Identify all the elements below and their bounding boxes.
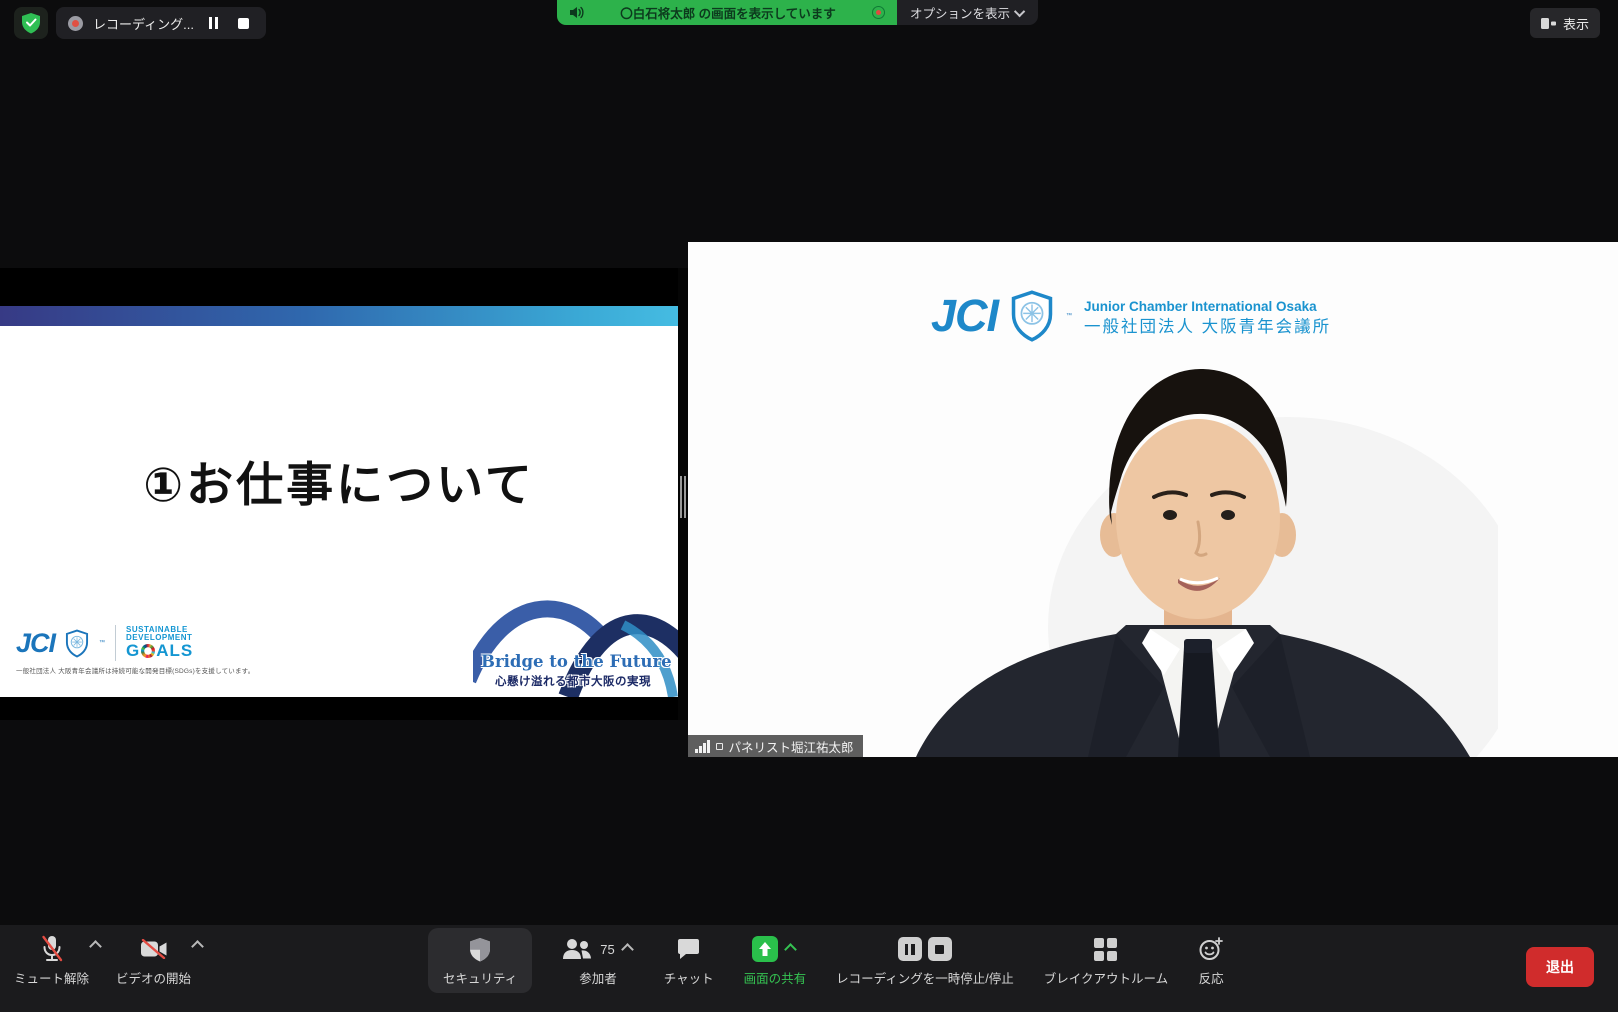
slide-bottom-band [0, 697, 678, 720]
toolbar-left-cluster: ミュート解除 ビデオの開始 [14, 928, 204, 987]
slide-title: ①お仕事について [143, 446, 534, 515]
breakout-rooms-icon [1094, 938, 1117, 961]
reactions-smiley-icon [1198, 936, 1224, 962]
jci-logo-text: JCI [16, 628, 55, 659]
sdgs-als: ALS [156, 642, 193, 660]
chevron-down-icon [1014, 5, 1025, 16]
security-label: セキュリティ [443, 968, 517, 987]
chat-button[interactable]: チャット [664, 928, 714, 987]
meeting-security-shield[interactable] [14, 7, 48, 39]
share-banner-green: 〇白石将太郎 の画面を表示しています [557, 0, 897, 25]
bridge-title: Bridge to the Future [481, 652, 672, 671]
meeting-toolbar: ミュート解除 ビデオの開始 セキュリティ [0, 925, 1618, 1012]
mic-options-chevron-icon[interactable] [89, 940, 102, 953]
share-options-chevron-icon[interactable] [785, 943, 798, 956]
reactions-label: 反応 [1199, 968, 1224, 987]
mic-status-icon [716, 743, 723, 750]
jci-logo-text: JCI [931, 290, 998, 342]
pane-resize-handle[interactable] [680, 476, 686, 518]
share-options-label: オプションを表示 [910, 3, 1010, 22]
share-options-button[interactable]: オプションを表示 [897, 0, 1038, 25]
connection-signal-icon [695, 740, 710, 753]
view-layout-icon [1541, 17, 1556, 30]
logo-divider [115, 625, 116, 661]
jci-shield-icon [65, 629, 89, 658]
share-screen-icon [752, 936, 778, 962]
breakout-rooms-label: ブレイクアウトルーム [1044, 968, 1168, 987]
participants-count: 75 [600, 942, 614, 957]
participants-button[interactable]: 75 参加者 [562, 928, 633, 987]
sdgs-wheel-icon [141, 644, 155, 658]
share-screen-label: 画面の共有 [744, 968, 807, 987]
sdgs-goals-line: G ALS [126, 642, 193, 660]
security-check-icon [21, 12, 41, 34]
leave-label: 退出 [1546, 959, 1574, 975]
leave-meeting-button[interactable]: 退出 [1526, 947, 1594, 987]
participant-name: パネリスト堀江祐太郎 [729, 737, 854, 756]
participants-icon [562, 938, 592, 960]
sdgs-logo: SUSTAINABLE DEVELOPMENT GALS [126, 626, 193, 661]
banner-recording-icon [872, 6, 885, 19]
chat-icon [676, 938, 701, 960]
pause-recording-icon[interactable] [204, 13, 224, 33]
camera-off-icon [140, 939, 168, 959]
chat-label: チャット [664, 968, 714, 987]
shared-screen-pane: ①お仕事について JCI ™ SUSTAINABLE DEVELOPMENT G… [0, 268, 678, 720]
recording-indicator-pill: レコーディング... [56, 7, 266, 39]
stop-recording-icon[interactable] [234, 13, 254, 33]
slide-body: ①お仕事について JCI ™ SUSTAINABLE DEVELOPMENT G… [0, 326, 678, 697]
jci-tm: ™ [99, 640, 105, 646]
jci-shield-icon [1010, 290, 1054, 342]
share-banner-text: 〇白石将太郎 の画面を表示しています [594, 3, 862, 22]
start-video-label: ビデオの開始 [116, 968, 191, 987]
stop-recording-icon[interactable] [928, 937, 952, 961]
recording-controls-button[interactable]: レコーディングを一時停止/停止 [836, 928, 1014, 987]
recording-dot-icon [68, 16, 83, 31]
participants-label: 参加者 [579, 968, 617, 987]
view-label: 表示 [1563, 14, 1589, 33]
view-button[interactable]: 表示 [1530, 8, 1600, 38]
jci-osaka-en: Junior Chamber International Osaka [1084, 298, 1331, 316]
sdgs-g: G [126, 642, 140, 660]
bridge-graphic: Bridge to the Future 心懸け溢れる都市大阪の実現 [473, 585, 678, 697]
start-video-button[interactable]: ビデオの開始 [116, 928, 191, 987]
slide-footer-logos: JCI ™ SUSTAINABLE DEVELOPMENT GALS 一般社団法… [16, 625, 254, 675]
slide-caption: 一般社団法人 大阪青年会議所は持続可能な開発目標(SDGs)を支援しています。 [16, 665, 254, 675]
pause-recording-icon[interactable] [898, 937, 922, 961]
security-button[interactable]: セキュリティ [428, 928, 532, 993]
recording-label: レコーディング... [93, 14, 194, 33]
bridge-subtitle: 心懸け溢れる都市大阪の実現 [495, 673, 651, 689]
breakout-rooms-button[interactable]: ブレイクアウトルーム [1044, 928, 1168, 987]
security-shield-icon [469, 937, 491, 962]
unmute-label: ミュート解除 [14, 968, 89, 987]
toolbar-center-cluster: セキュリティ 75 参加者 チャット [428, 928, 1224, 993]
video-options-chevron-icon[interactable] [191, 940, 204, 953]
share-screen-button[interactable]: 画面の共有 [744, 928, 807, 987]
slide-gradient-bar [0, 306, 678, 326]
pane-divider [678, 268, 688, 720]
screen-share-banner: 〇白石将太郎 の画面を表示しています オプションを表示 [557, 0, 1038, 25]
panelist-video-tile: JCI ™ Junior Chamber International Osaka… [688, 242, 1618, 757]
participant-name-tag: パネリスト堀江祐太郎 [688, 735, 863, 757]
jci-osaka-logo: JCI ™ Junior Chamber International Osaka… [931, 290, 1331, 342]
slide-top-band [0, 268, 678, 306]
participants-chevron-icon[interactable] [621, 943, 634, 956]
jci-tm: ™ [1066, 313, 1072, 319]
unmute-button[interactable]: ミュート解除 [14, 928, 89, 987]
speaker-icon [569, 6, 584, 19]
microphone-muted-icon [41, 935, 63, 963]
jci-osaka-jp: 一般社団法人 大阪青年会議所 [1084, 316, 1331, 338]
panelist-person [858, 357, 1498, 757]
recording-controls-label: レコーディングを一時停止/停止 [836, 968, 1014, 987]
reactions-button[interactable]: 反応 [1198, 928, 1224, 987]
